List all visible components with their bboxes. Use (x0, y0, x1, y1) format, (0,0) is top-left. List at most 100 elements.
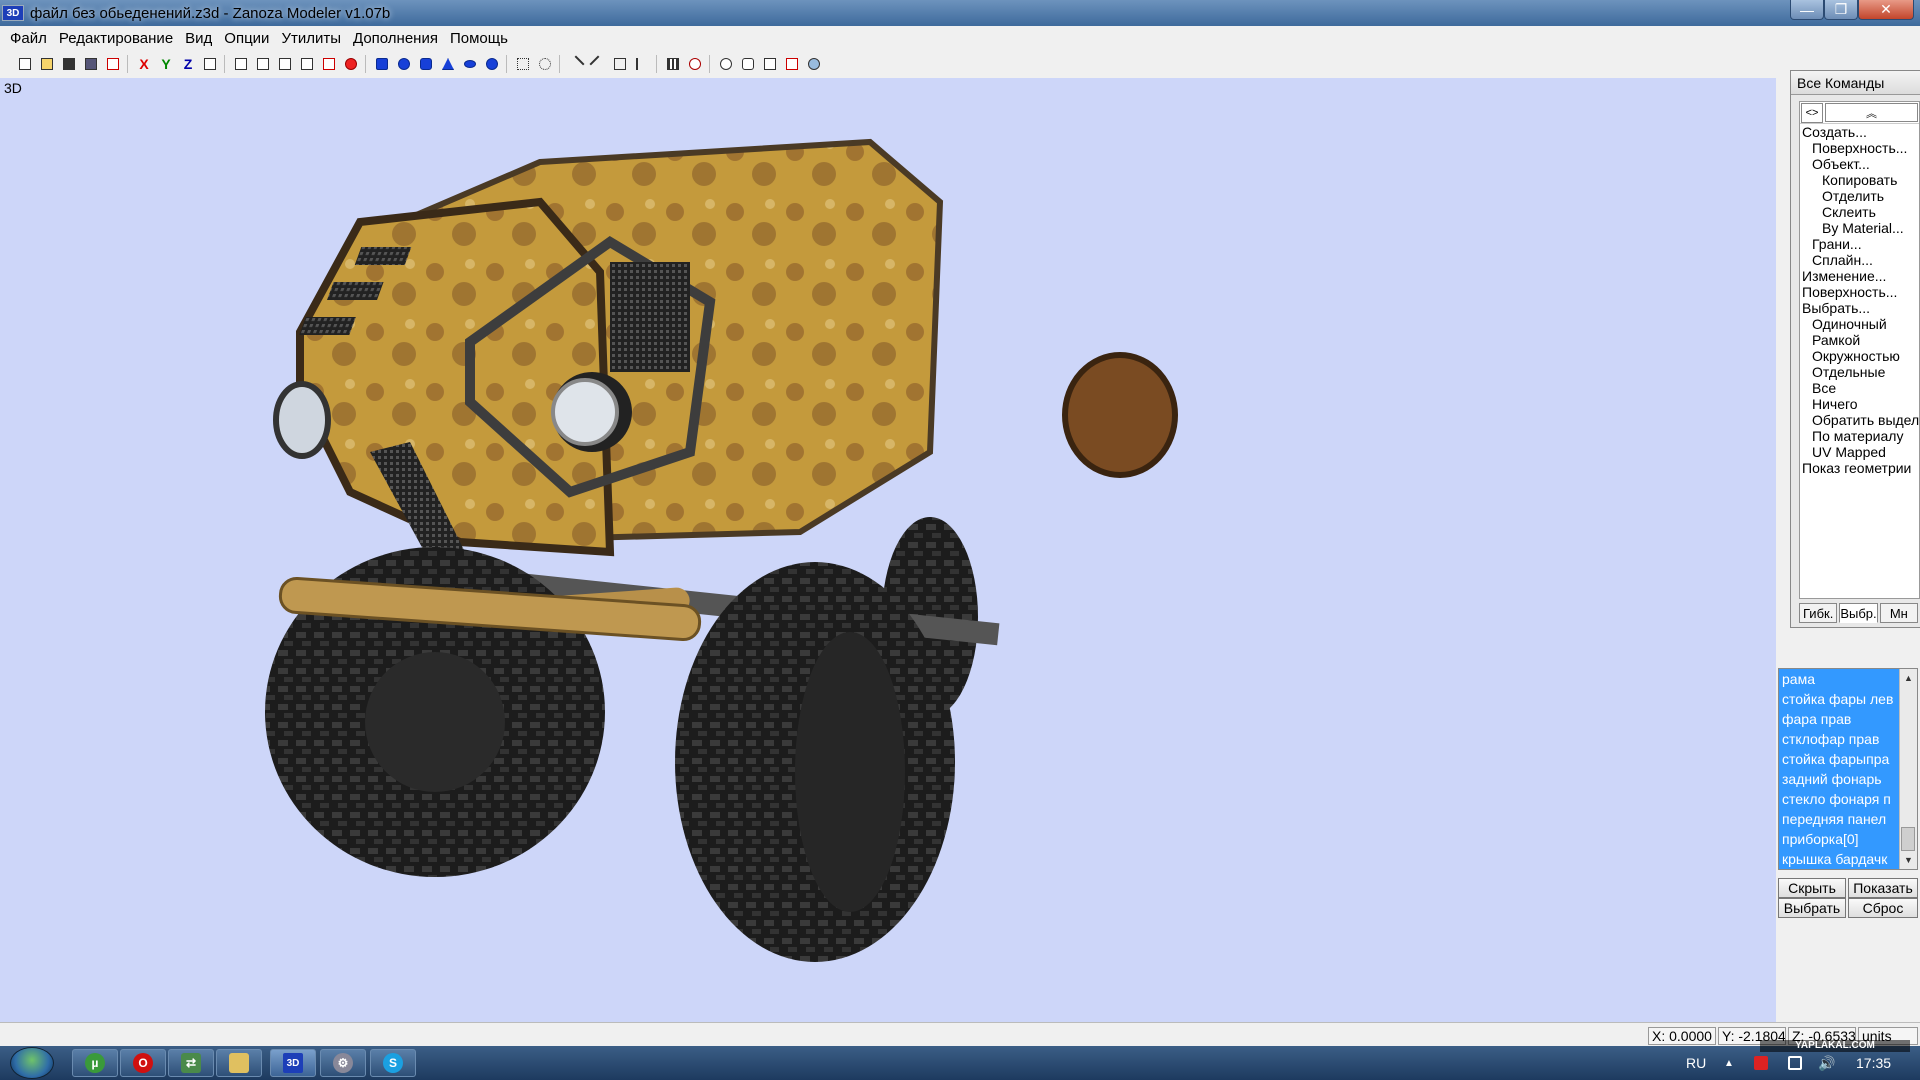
render-sphere-icon[interactable] (340, 54, 362, 74)
tree-item-select[interactable]: Выбрать... (1800, 300, 1919, 316)
list-item[interactable]: стойка фары лев (1779, 689, 1899, 709)
primitive-tube-icon[interactable] (481, 54, 503, 74)
primitive-torus-icon[interactable] (459, 54, 481, 74)
view-settings-icon[interactable] (803, 54, 825, 74)
maximize-button[interactable]: ❐ (1824, 0, 1858, 20)
tab-more[interactable]: Мн (1879, 603, 1918, 623)
grid-icon[interactable] (662, 54, 684, 74)
list-item[interactable]: задний фонарь (1779, 769, 1899, 789)
tray-alert-icon[interactable] (1754, 1056, 1768, 1070)
object-list-scrollbar[interactable]: ▲ ▼ (1899, 669, 1917, 869)
tree-item-faces[interactable]: Грани... (1800, 236, 1919, 252)
tree-item-invert[interactable]: Обратить выдел (1800, 412, 1919, 428)
tree-item-single[interactable]: Одиночный (1800, 316, 1919, 332)
tree-item-copy[interactable]: Копировать (1800, 172, 1919, 188)
pan-hand-icon[interactable] (737, 54, 759, 74)
tree-item-separate[interactable]: Отдельные (1800, 364, 1919, 380)
tree-item-object[interactable]: Объект... (1800, 156, 1919, 172)
open-file-icon[interactable] (36, 54, 58, 74)
taskbar-opera[interactable]: O (120, 1049, 166, 1077)
tree-item-surface-root[interactable]: Поверхность... (1800, 284, 1919, 300)
tree-item-detach[interactable]: Отделить (1800, 188, 1919, 204)
network-icon[interactable] (1788, 1056, 1802, 1070)
primitive-cylinder-icon[interactable] (415, 54, 437, 74)
menu-file[interactable]: Файл (4, 30, 53, 47)
close-button[interactable]: ✕ (1858, 0, 1914, 20)
menu-view[interactable]: Вид (179, 30, 218, 47)
box-delete-icon[interactable] (318, 54, 340, 74)
taskbar-utorrent[interactable]: µ (72, 1049, 118, 1077)
list-item[interactable]: стекло фонаря п (1779, 789, 1899, 809)
list-item[interactable]: крышка бардачк (1779, 849, 1899, 869)
taskbar-zanoza[interactable]: 3D (270, 1049, 316, 1077)
tree-item-all[interactable]: Все (1800, 380, 1919, 396)
export-icon[interactable] (102, 54, 124, 74)
view-cube-icon[interactable] (759, 54, 781, 74)
show-button[interactable]: Показать (1848, 878, 1918, 898)
list-item[interactable]: передняя панел (1779, 809, 1899, 829)
tree-item-spline[interactable]: Сплайн... (1800, 252, 1919, 268)
scroll-thumb[interactable] (1901, 827, 1915, 851)
language-indicator[interactable]: RU (1686, 1055, 1706, 1071)
save-as-icon[interactable] (80, 54, 102, 74)
list-item[interactable]: приборка[0] (1779, 829, 1899, 849)
axis-x-button[interactable]: X (133, 54, 155, 74)
list-item[interactable]: стойка фарыпра (1779, 749, 1899, 769)
axis-lock-icon[interactable] (199, 54, 221, 74)
menu-addons[interactable]: Дополнения (347, 30, 444, 47)
hide-button[interactable]: Скрыть (1778, 878, 1846, 898)
rect-select-icon[interactable] (512, 54, 534, 74)
minimize-button[interactable]: — (1790, 0, 1824, 20)
list-item[interactable]: фара прав (1779, 709, 1899, 729)
axis-y-button[interactable]: Y (155, 54, 177, 74)
scroll-down-icon[interactable]: ▼ (1900, 851, 1917, 869)
new-file-icon[interactable] (14, 54, 36, 74)
edge-tool-icon[interactable] (587, 54, 609, 74)
tree-item-create[interactable]: Создать... (1800, 124, 1919, 140)
tree-item-none[interactable]: Ничего (1800, 396, 1919, 412)
box-icon[interactable] (252, 54, 274, 74)
taskbar-network[interactable]: ⇄ (168, 1049, 214, 1077)
tree-toggle-button[interactable]: <> (1801, 103, 1823, 123)
view-fit-icon[interactable] (781, 54, 803, 74)
tree-item-surface[interactable]: Поверхность... (1800, 140, 1919, 156)
select-button[interactable]: Выбрать (1778, 898, 1846, 918)
taskbar-app[interactable]: ⚙ (320, 1049, 366, 1077)
reset-button[interactable]: Сброс (1848, 898, 1918, 918)
tree-item-by-material[interactable]: By Material... (1800, 220, 1919, 236)
tree-item-modify[interactable]: Изменение... (1800, 268, 1919, 284)
save-icon[interactable] (58, 54, 80, 74)
menu-help[interactable]: Помощь (444, 30, 514, 47)
zoom-region-icon[interactable] (684, 54, 706, 74)
start-button[interactable] (10, 1047, 54, 1079)
menu-edit[interactable]: Редактирование (53, 30, 179, 47)
tree-item-by-mat[interactable]: По материалу (1800, 428, 1919, 444)
tree-collapse-button[interactable]: ︽ (1825, 103, 1918, 122)
scroll-up-icon[interactable]: ▲ (1900, 669, 1917, 687)
tree-item-show-geometry[interactable]: Показ геометрии (1800, 460, 1919, 476)
menu-options[interactable]: Опции (218, 30, 275, 47)
tree-item-frame[interactable]: Рамкой (1800, 332, 1919, 348)
viewport-3d[interactable]: 3D (0, 78, 1776, 1022)
taskbar-skype[interactable]: S (370, 1049, 416, 1077)
taskbar-explorer[interactable] (216, 1049, 262, 1077)
object-list[interactable]: рама стойка фары лев фара прав стклофар … (1778, 668, 1918, 870)
tab-flex[interactable]: Гибк. (1799, 603, 1838, 623)
vertex-tool-icon[interactable] (565, 54, 587, 74)
tree-item-circle[interactable]: Окружностью (1800, 348, 1919, 364)
volume-icon[interactable]: 🔊 (1818, 1055, 1835, 1072)
pivot-tool-icon[interactable] (631, 54, 653, 74)
zoom-icon[interactable] (715, 54, 737, 74)
list-item[interactable]: стклофар прав (1779, 729, 1899, 749)
face-tool-icon[interactable] (609, 54, 631, 74)
tree-item-attach[interactable]: Склеить (1800, 204, 1919, 220)
clock[interactable]: 17:35 (1856, 1055, 1891, 1071)
primitive-cone-icon[interactable] (437, 54, 459, 74)
tab-select[interactable]: Выбр. (1839, 603, 1878, 623)
circle-select-icon[interactable] (534, 54, 556, 74)
primitive-sphere-icon[interactable] (393, 54, 415, 74)
box-select-icon[interactable] (274, 54, 296, 74)
primitive-box-icon[interactable] (371, 54, 393, 74)
list-item[interactable]: рама (1779, 669, 1899, 689)
box-transform-icon[interactable] (296, 54, 318, 74)
